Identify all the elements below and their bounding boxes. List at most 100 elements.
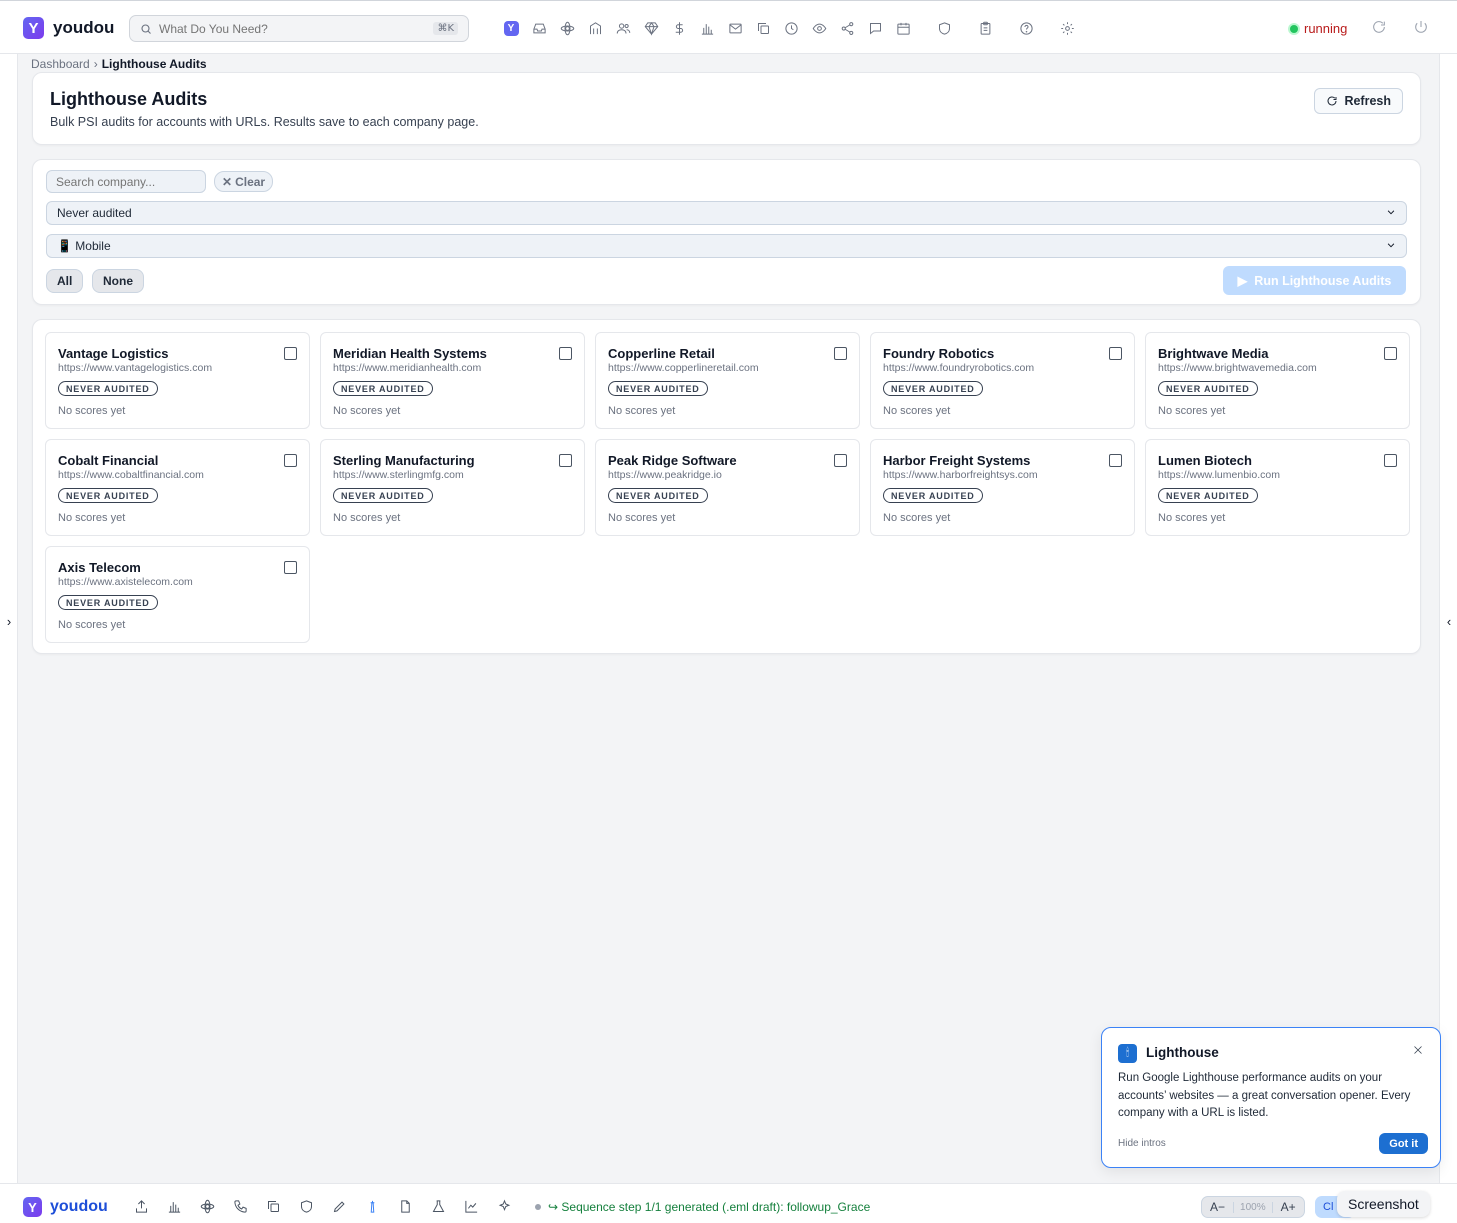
company-card[interactable]: Axis Telecom https://www.axistelecom.com N… bbox=[45, 546, 310, 643]
clear-search-button[interactable]: ✕ Clear bbox=[214, 171, 274, 192]
close-icon[interactable] bbox=[1412, 1043, 1426, 1057]
status-dot bbox=[1290, 24, 1298, 33]
company-card[interactable]: Vantage Logistics https://www.vantagelogi… bbox=[45, 332, 310, 429]
select-checkbox[interactable] bbox=[284, 454, 297, 467]
bar-chart-icon[interactable] bbox=[693, 18, 721, 38]
bar-chart-icon[interactable] bbox=[158, 1197, 191, 1215]
hide-intros-link[interactable]: Hide intros bbox=[1118, 1138, 1166, 1149]
select-none-button[interactable]: None bbox=[92, 269, 144, 293]
users-icon[interactable] bbox=[609, 18, 637, 38]
company-name[interactable]: Copperline Retail bbox=[608, 346, 715, 361]
zoom-out-button[interactable]: A− bbox=[1202, 1200, 1233, 1214]
select-checkbox[interactable] bbox=[559, 454, 572, 467]
select-checkbox[interactable] bbox=[1384, 454, 1397, 467]
company-name[interactable]: Foundry Robotics bbox=[883, 346, 994, 361]
building-icon[interactable] bbox=[581, 18, 609, 38]
breadcrumb-dashboard[interactable]: Dashboard bbox=[31, 57, 90, 71]
message-icon[interactable] bbox=[861, 18, 889, 38]
company-card[interactable]: Sterling Manufacturing https://www.sterli… bbox=[320, 439, 585, 536]
network-icon[interactable] bbox=[191, 1197, 224, 1215]
reload-icon[interactable] bbox=[1371, 19, 1389, 37]
copy-icon[interactable] bbox=[749, 18, 777, 38]
select-checkbox[interactable] bbox=[1109, 347, 1122, 360]
company-name[interactable]: Axis Telecom bbox=[58, 560, 141, 575]
bottom-brand[interactable]: Y youdou bbox=[23, 1197, 108, 1217]
breadcrumb-current: Lighthouse Audits bbox=[101, 57, 207, 71]
calendar-icon[interactable] bbox=[889, 18, 917, 38]
select-all-button[interactable]: All bbox=[46, 269, 84, 293]
youdou-home-icon[interactable]: Y bbox=[497, 18, 525, 38]
top-nav-icons: Y bbox=[497, 18, 1081, 38]
power-icon[interactable] bbox=[1413, 19, 1431, 37]
got-it-button[interactable]: Got it bbox=[1379, 1133, 1428, 1154]
settings-icon[interactable] bbox=[1053, 18, 1081, 38]
company-card[interactable]: Peak Ridge Software https://www.peakridge… bbox=[595, 439, 860, 536]
copy-icon[interactable] bbox=[257, 1197, 290, 1215]
pen-icon[interactable] bbox=[323, 1197, 356, 1215]
popup-title: Lighthouse bbox=[1146, 1045, 1219, 1060]
shield-icon[interactable] bbox=[290, 1197, 323, 1215]
expand-right-chevron-icon[interactable]: ‹ bbox=[1440, 614, 1457, 629]
select-checkbox[interactable] bbox=[1384, 347, 1397, 360]
file-icon[interactable] bbox=[389, 1197, 422, 1215]
company-name[interactable]: Meridian Health Systems bbox=[333, 346, 487, 361]
line-chart-icon[interactable] bbox=[455, 1197, 488, 1215]
device-select[interactable]: 📱 Mobile bbox=[46, 234, 1407, 258]
global-search[interactable]: ⌘K bbox=[129, 15, 469, 42]
audit-status-badge: NEVER AUDITED bbox=[883, 381, 983, 396]
expand-left-chevron-icon[interactable]: › bbox=[0, 614, 18, 629]
company-search-input[interactable] bbox=[46, 170, 206, 193]
gem-icon[interactable] bbox=[637, 18, 665, 38]
upload-icon[interactable] bbox=[125, 1197, 158, 1215]
flask-icon[interactable] bbox=[422, 1197, 455, 1215]
audit-status-value: Never audited bbox=[57, 206, 132, 220]
company-card[interactable]: Foundry Robotics https://www.foundryrobot… bbox=[870, 332, 1135, 429]
company-card[interactable]: Brightwave Media https://www.brightwaveme… bbox=[1145, 332, 1410, 429]
shield-icon[interactable] bbox=[930, 18, 958, 38]
company-name[interactable]: Peak Ridge Software bbox=[608, 453, 737, 468]
run-audits-button[interactable]: ▶ Run Lighthouse Audits bbox=[1223, 266, 1406, 295]
refresh-label: Refresh bbox=[1344, 94, 1391, 108]
lighthouse-icon[interactable] bbox=[356, 1197, 389, 1215]
clipboard-icon[interactable] bbox=[971, 18, 999, 38]
company-card[interactable]: Lumen Biotech https://www.lumenbio.com NEV… bbox=[1145, 439, 1410, 536]
select-checkbox[interactable] bbox=[834, 454, 847, 467]
inbox-icon[interactable] bbox=[525, 18, 553, 38]
page-title: Lighthouse Audits bbox=[50, 89, 208, 109]
mail-icon[interactable] bbox=[721, 18, 749, 38]
dollar-icon[interactable] bbox=[665, 18, 693, 38]
network-icon[interactable] bbox=[553, 18, 581, 38]
select-checkbox[interactable] bbox=[834, 347, 847, 360]
company-card[interactable]: Cobalt Financial https://www.cobaltfinanc… bbox=[45, 439, 310, 536]
company-name[interactable]: Harbor Freight Systems bbox=[883, 453, 1030, 468]
audit-status-badge: NEVER AUDITED bbox=[58, 595, 158, 610]
sparkles-icon[interactable] bbox=[488, 1197, 521, 1215]
company-card[interactable]: Copperline Retail https://www.copperliner… bbox=[595, 332, 860, 429]
icon-spacer bbox=[1040, 18, 1053, 38]
company-url: https://www.copperlineretail.com bbox=[608, 362, 759, 374]
company-name[interactable]: Brightwave Media bbox=[1158, 346, 1269, 361]
company-card[interactable]: Harbor Freight Systems https://www.harbor… bbox=[870, 439, 1135, 536]
select-checkbox[interactable] bbox=[284, 347, 297, 360]
refresh-button[interactable]: Refresh bbox=[1314, 88, 1403, 114]
scores-text: No scores yet bbox=[333, 512, 401, 524]
zoom-in-button[interactable]: A+ bbox=[1273, 1200, 1304, 1214]
company-card[interactable]: Meridian Health Systems https://www.merid… bbox=[320, 332, 585, 429]
brand[interactable]: Y youdou bbox=[23, 17, 114, 39]
company-name[interactable]: Lumen Biotech bbox=[1158, 453, 1252, 468]
select-checkbox[interactable] bbox=[1109, 454, 1122, 467]
company-name[interactable]: Sterling Manufacturing bbox=[333, 453, 475, 468]
status-text: running bbox=[1304, 21, 1348, 36]
eye-icon[interactable] bbox=[805, 18, 833, 38]
audit-status-select[interactable]: Never audited bbox=[46, 201, 1407, 225]
company-name[interactable]: Vantage Logistics bbox=[58, 346, 169, 361]
company-name[interactable]: Cobalt Financial bbox=[58, 453, 158, 468]
share-icon[interactable] bbox=[833, 18, 861, 38]
help-icon[interactable] bbox=[1012, 18, 1040, 38]
select-checkbox[interactable] bbox=[559, 347, 572, 360]
global-search-input[interactable] bbox=[159, 21, 427, 36]
select-checkbox[interactable] bbox=[284, 561, 297, 574]
clock-icon[interactable] bbox=[777, 18, 805, 38]
server-status: running bbox=[1290, 21, 1347, 36]
phone-icon[interactable] bbox=[224, 1197, 257, 1215]
